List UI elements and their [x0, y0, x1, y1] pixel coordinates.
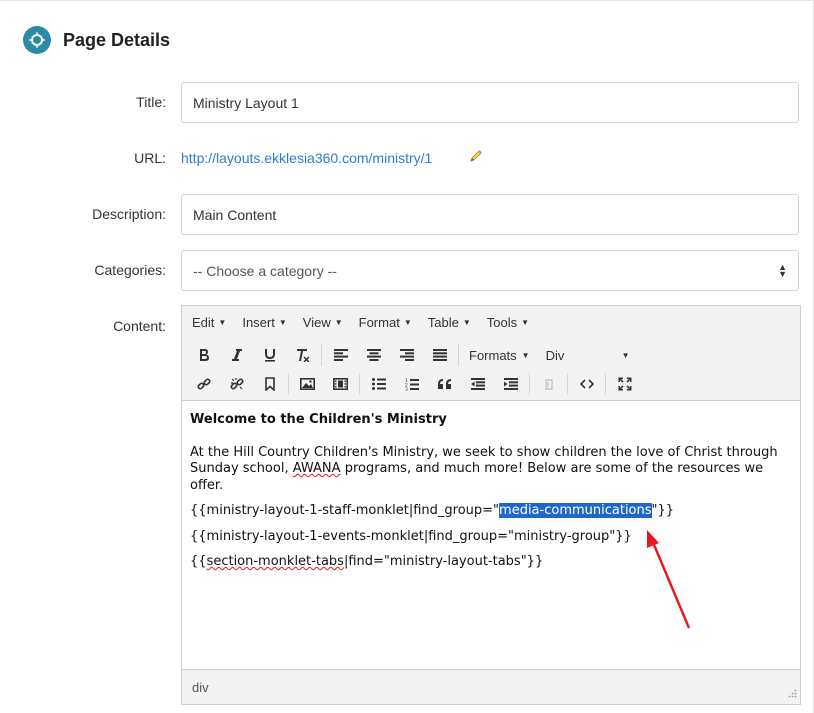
media-icon[interactable] [324, 371, 357, 397]
blockquote-icon[interactable] [428, 371, 461, 397]
description-input[interactable]: Main Content [181, 194, 799, 235]
bullet-list-icon[interactable] [362, 371, 395, 397]
align-justify-icon[interactable] [423, 342, 456, 368]
toolbar-separator [458, 344, 459, 366]
clear-formatting-icon[interactable] [286, 342, 319, 368]
image-icon[interactable] [291, 371, 324, 397]
toolbar-row-insert: 123 [182, 369, 641, 399]
editor-toolbar: Edit ▼ Insert ▼ View ▼ Format ▼ Table ▼ Tools… [182, 306, 800, 401]
caret-down-icon: ▼ [278, 317, 287, 327]
bookmark-icon[interactable] [253, 371, 286, 397]
selected-text: media-communications [499, 503, 652, 518]
toolbar-separator [529, 373, 530, 395]
unlink-icon[interactable] [220, 371, 253, 397]
content-paragraph: At the Hill Country Children's Ministry,… [190, 444, 778, 493]
spellcheck-word: section-monklet-tabs [206, 554, 344, 569]
crosshair-icon [23, 26, 51, 54]
editor-content[interactable]: Welcome to the Children's Ministry At th… [182, 401, 800, 669]
categories-label: Categories: [94, 262, 166, 278]
title-label: Title: [136, 94, 166, 110]
toolbar-separator [567, 373, 568, 395]
title-input[interactable]: Ministry Layout 1 [181, 82, 799, 123]
toolbar-row-formatting: Formats ▼ Div ▼ [182, 340, 638, 370]
select-arrows-icon: ▲ ▼ [778, 261, 787, 279]
italic-icon[interactable] [220, 342, 253, 368]
caret-down-icon: ▼ [462, 317, 471, 327]
toolbar-separator [321, 344, 322, 366]
caret-down-icon: ▼ [521, 317, 530, 327]
toolbar-separator [359, 373, 360, 395]
formats-dropdown[interactable]: Formats ▼ [461, 348, 538, 363]
fullscreen-icon[interactable] [608, 371, 641, 397]
categories-select-value: -- Choose a category -- [193, 262, 337, 279]
editor-statusbar: div [182, 669, 800, 704]
content-label: Content: [113, 318, 166, 334]
code-icon[interactable] [570, 371, 603, 397]
caret-down-icon: ▼ [218, 317, 227, 327]
numbered-list-icon[interactable]: 123 [395, 371, 428, 397]
menu-view[interactable]: View ▼ [295, 315, 351, 330]
page-title: Page Details [63, 29, 171, 50]
outdent-icon[interactable] [461, 371, 494, 397]
align-left-icon[interactable] [324, 342, 357, 368]
caret-down-icon: ▼ [621, 350, 630, 360]
description-input-value: Main Content [193, 206, 277, 223]
caret-down-icon: ▼ [334, 317, 343, 327]
link-icon[interactable] [187, 371, 220, 397]
url-link[interactable]: http://layouts.ekklesia360.com/ministry/… [181, 150, 432, 166]
underline-icon[interactable] [253, 342, 286, 368]
menu-tools[interactable]: Tools ▼ [479, 315, 537, 330]
description-label: Description: [92, 206, 166, 222]
spellcheck-word: AWANA [292, 461, 341, 476]
caret-down-icon: ▼ [403, 317, 412, 327]
top-border [0, 0, 814, 1]
align-right-icon[interactable] [390, 342, 423, 368]
menu-edit[interactable]: Edit ▼ [184, 315, 234, 330]
align-center-icon[interactable] [357, 342, 390, 368]
menu-insert[interactable]: Insert ▼ [234, 315, 294, 330]
monklet-line-events: {{ministry-layout-1-events-monklet|find_… [190, 528, 632, 544]
menu-table[interactable]: Table ▼ [420, 315, 479, 330]
pencil-icon[interactable] [469, 149, 483, 168]
monklet-line-staff: {{ministry-layout-1-staff-monklet|find_g… [190, 503, 675, 518]
resize-handle-icon[interactable] [788, 686, 797, 701]
block-format-select[interactable]: Div ▼ [538, 348, 638, 363]
menu-format[interactable]: Format ▼ [351, 315, 420, 330]
title-input-value: Ministry Layout 1 [193, 94, 299, 111]
section-header: Page Details [23, 26, 170, 54]
editor-menubar: Edit ▼ Insert ▼ View ▼ Format ▼ Table ▼ Tools… [182, 306, 537, 338]
indent-icon[interactable] [494, 371, 527, 397]
paste-text-icon[interactable] [532, 371, 565, 397]
toolbar-separator [605, 373, 606, 395]
toolbar-separator [288, 373, 289, 395]
svg-text:3: 3 [405, 387, 408, 391]
content-heading: Welcome to the Children's Ministry [190, 412, 447, 427]
bold-icon[interactable] [187, 342, 220, 368]
rich-text-editor: Edit ▼ Insert ▼ View ▼ Format ▼ Table ▼ Tools… [181, 305, 801, 705]
categories-select[interactable]: -- Choose a category -- ▲ ▼ [181, 250, 799, 291]
element-path[interactable]: div [192, 680, 209, 695]
url-label: URL: [134, 150, 166, 166]
monklet-line-tabs: {{section-monklet-tabs|find="ministry-la… [190, 554, 544, 569]
caret-down-icon: ▼ [521, 350, 530, 360]
